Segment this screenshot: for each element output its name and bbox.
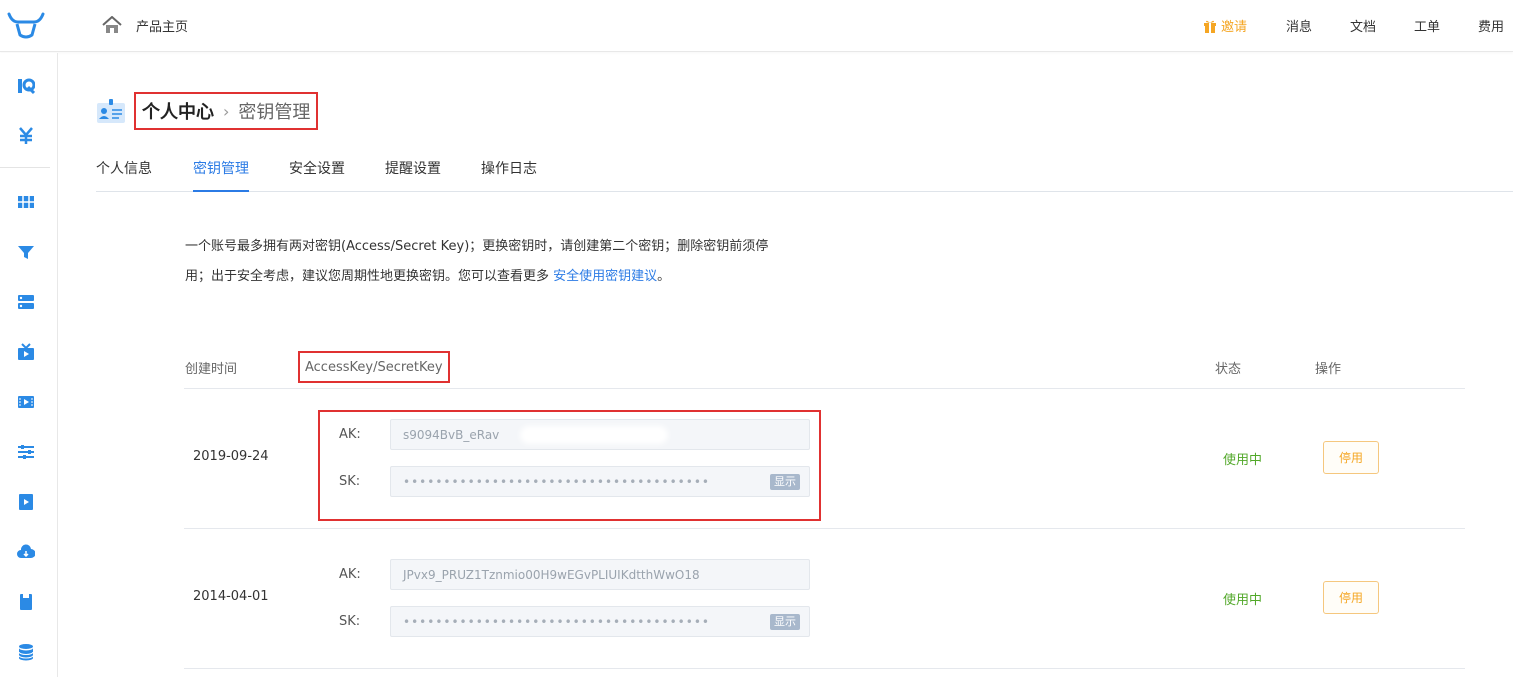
tab-security-settings[interactable]: 安全设置 <box>289 158 345 192</box>
secret-key-value: •••••••••••••••••••••••••••••••••••••• <box>403 474 710 489</box>
sidebar-overview-icon[interactable] <box>17 77 35 95</box>
access-key-value: JPvx9_PRUZ1Tznmio00H9wEGvPLIUIKdtthWwO18 <box>403 567 700 582</box>
sidebar-billing-icon[interactable] <box>17 127 35 145</box>
tab-personal-info[interactable]: 个人信息 <box>96 158 152 192</box>
sidebar-live-icon[interactable] <box>17 343 35 361</box>
redaction-mark <box>520 426 668 444</box>
status-badge: 使用中 <box>1223 453 1263 468</box>
sidebar-sliders-icon[interactable] <box>17 443 35 461</box>
row-divider <box>184 668 1465 669</box>
tab-operation-log[interactable]: 操作日志 <box>481 158 537 192</box>
sidebar <box>0 53 58 677</box>
sidebar-storage-icon[interactable] <box>17 293 35 311</box>
ak-label: AK: <box>339 427 361 442</box>
tab-key-management[interactable]: 密钥管理 <box>193 158 249 192</box>
disable-key-button[interactable]: 停用 <box>1323 441 1379 474</box>
table-header-divider <box>184 388 1465 389</box>
invite-link[interactable]: 邀请 <box>1203 16 1247 35</box>
show-secret-button[interactable]: 显示 <box>770 614 800 630</box>
secret-key-field[interactable]: •••••••••••••••••••••••••••••••••••••• 显… <box>390 466 810 497</box>
show-secret-button[interactable]: 显示 <box>770 474 800 490</box>
column-header-keys: AccessKey/SecretKey <box>298 351 450 383</box>
billing-link[interactable]: 费用 <box>1478 16 1504 35</box>
column-header-action: 操作 <box>1315 362 1342 377</box>
key-description: 一个账号最多拥有两对密钥(Access/Secret Key)；更换密钥时，请创… <box>185 232 815 292</box>
sidebar-divider <box>0 167 50 168</box>
secret-key-field[interactable]: •••••••••••••••••••••••••••••••••••••• 显… <box>390 606 810 637</box>
breadcrumb: 个人中心 › 密钥管理 <box>134 92 319 130</box>
page-heading: 个人中心 › 密钥管理 <box>96 92 319 130</box>
sk-label: SK: <box>339 474 361 489</box>
access-key-value: s9094BvB_eRav <box>403 427 500 442</box>
sidebar-media-icon[interactable] <box>17 493 35 511</box>
description-line-1: 一个账号最多拥有两对密钥(Access/Secret Key)；更换密钥时，请创… <box>185 239 769 254</box>
description-line-2-text: 用；出于安全考虑，建议您周期性地更换密钥。您可以查看更多 <box>185 269 554 284</box>
invite-label: 邀请 <box>1221 20 1248 35</box>
description-line-2-end: 。 <box>657 269 671 284</box>
gift-icon <box>1204 20 1216 33</box>
tickets-link[interactable]: 工单 <box>1414 16 1440 35</box>
row-created-date: 2014-04-01 <box>193 589 269 604</box>
sidebar-cloud-icon[interactable] <box>17 543 35 561</box>
sidebar-database-icon[interactable] <box>17 643 35 661</box>
disable-key-button[interactable]: 停用 <box>1323 581 1379 614</box>
description-line-2: 用；出于安全考虑，建议您周期性地更换密钥。您可以查看更多 安全使用密钥建议。 <box>185 262 815 292</box>
messages-link[interactable]: 消息 <box>1286 16 1312 35</box>
tab-bar: 个人信息 密钥管理 安全设置 提醒设置 操作日志 <box>96 150 1513 192</box>
sidebar-funnel-icon[interactable] <box>17 243 35 261</box>
breadcrumb-current: 密钥管理 <box>238 102 311 123</box>
breadcrumb-root[interactable]: 个人中心 <box>142 98 214 124</box>
home-icon <box>102 16 122 33</box>
secret-key-value: •••••••••••••••••••••••••••••••••••••• <box>403 614 710 629</box>
sidebar-video-icon[interactable] <box>17 393 35 411</box>
tab-reminder-settings[interactable]: 提醒设置 <box>385 158 441 192</box>
id-card-icon <box>97 99 125 123</box>
top-bar: 产品主页 邀请 消息 文档 工单 费用 <box>0 0 1513 52</box>
row-created-date: 2019-09-24 <box>193 449 269 464</box>
home-link-label: 产品主页 <box>136 19 189 35</box>
security-tips-link[interactable]: 安全使用密钥建议 <box>553 269 657 284</box>
access-key-field[interactable]: JPvx9_PRUZ1Tznmio00H9wEGvPLIUIKdtthWwO18 <box>390 559 810 590</box>
status-badge: 使用中 <box>1223 593 1263 608</box>
docs-link[interactable]: 文档 <box>1350 16 1376 35</box>
logo-icon[interactable] <box>6 10 46 40</box>
sidebar-grid-icon[interactable] <box>17 193 35 211</box>
row-divider <box>184 528 1465 529</box>
breadcrumb-chevron-icon: › <box>223 101 230 121</box>
column-header-status: 状态 <box>1215 362 1242 377</box>
ak-label: AK: <box>339 567 361 582</box>
home-link[interactable]: 产品主页 <box>102 14 188 36</box>
sidebar-document-icon[interactable] <box>17 593 35 611</box>
sk-label: SK: <box>339 614 361 629</box>
column-header-created: 创建时间 <box>185 362 238 377</box>
